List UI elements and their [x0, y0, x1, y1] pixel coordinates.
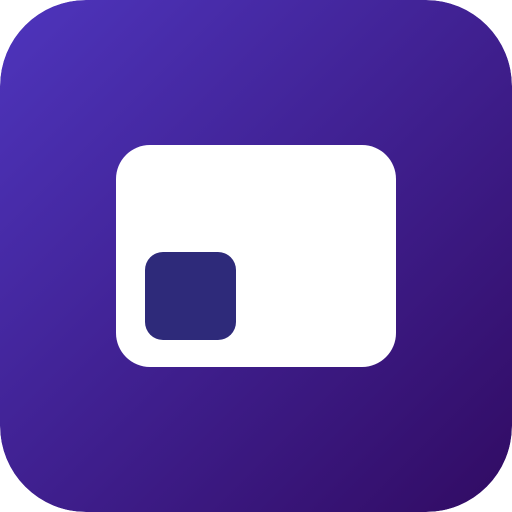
picture-in-picture-icon: [0, 0, 512, 512]
mini-window-shape: [145, 252, 236, 340]
app-icon: [0, 0, 512, 512]
